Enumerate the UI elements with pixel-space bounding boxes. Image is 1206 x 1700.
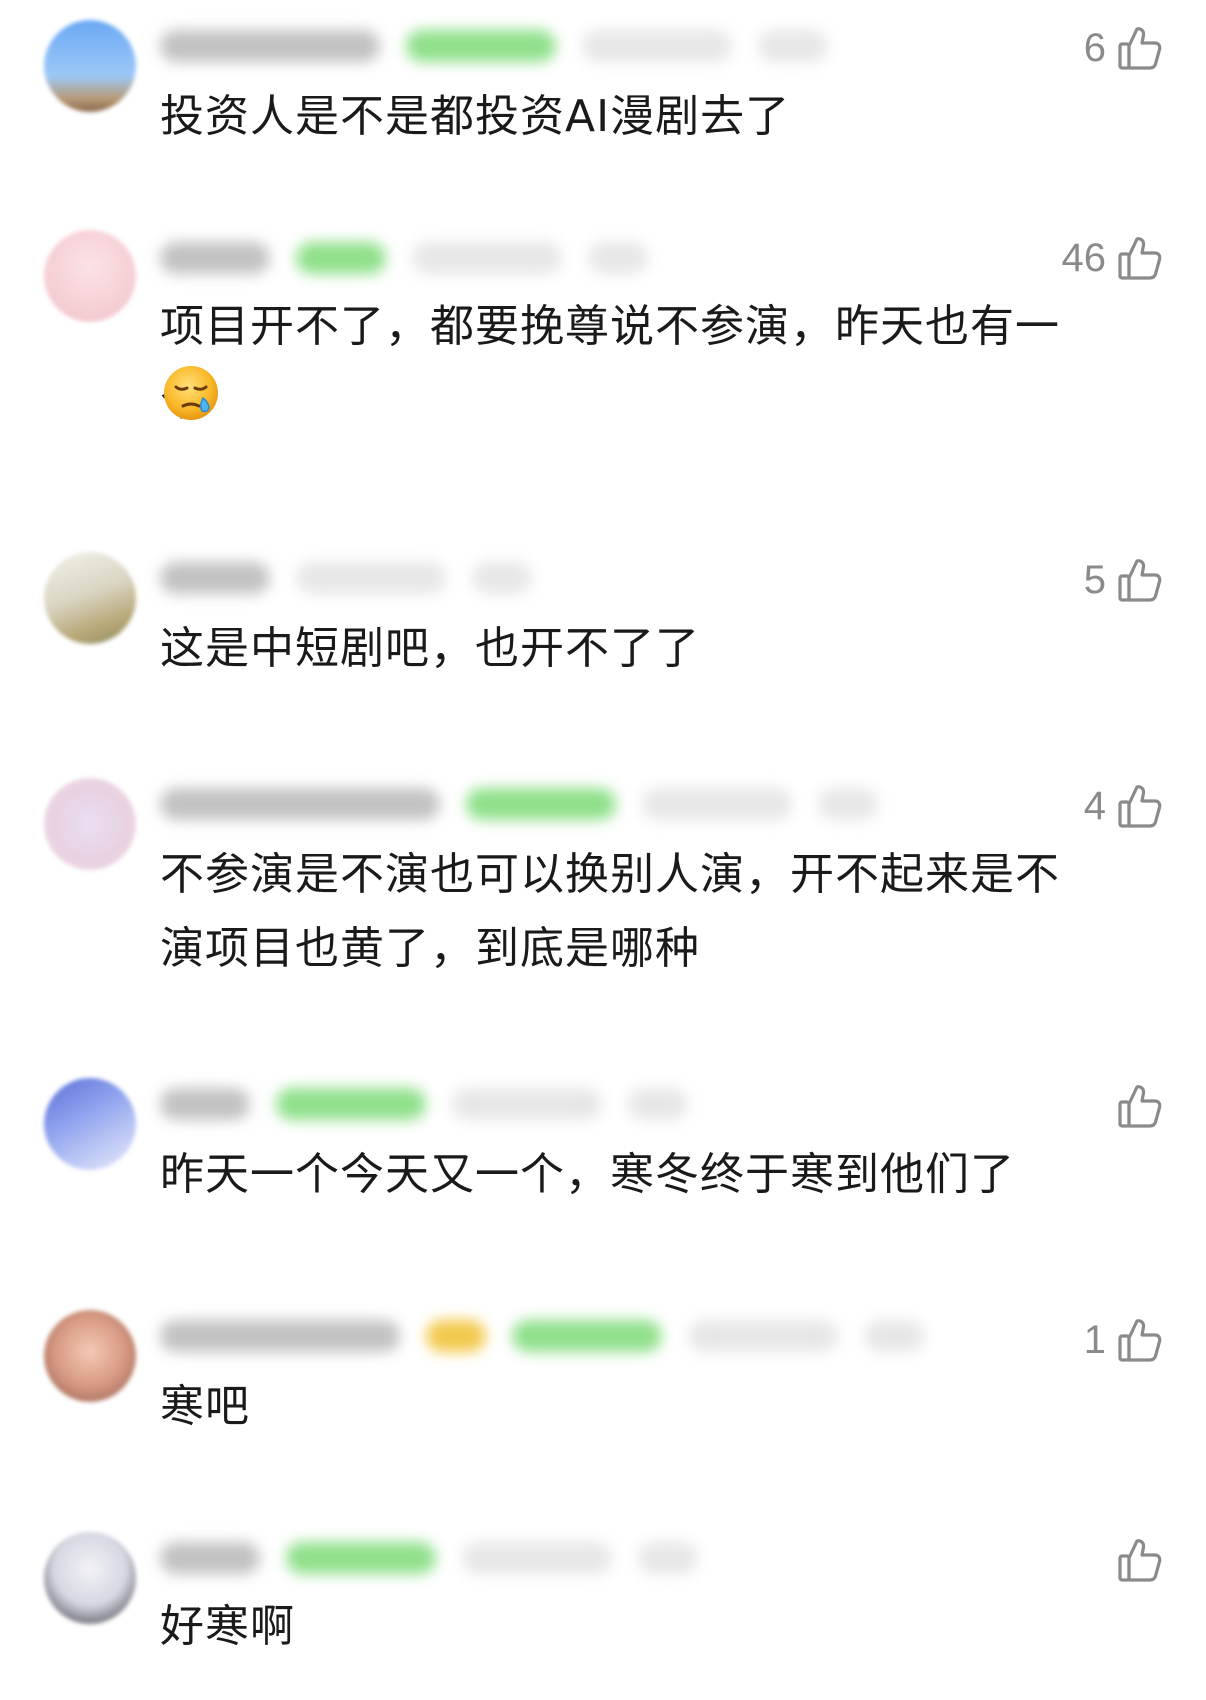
user-badge (406, 30, 556, 62)
comment-location (758, 30, 828, 62)
username[interactable] (160, 1542, 260, 1574)
comment-meta (160, 556, 532, 600)
comment-meta (160, 236, 648, 280)
comment-location (638, 1542, 698, 1574)
avatar[interactable] (44, 20, 136, 112)
comment-text: 好寒啊 (160, 1601, 295, 1652)
comment-meta (160, 782, 878, 826)
avatar[interactable] (44, 230, 136, 322)
username[interactable] (160, 788, 440, 820)
comment-location (588, 242, 648, 274)
comment-meta (160, 1314, 924, 1358)
comment-text: 昨天一个今天又一个，寒冬终于寒到他们了 (160, 1149, 1015, 1200)
like-count: 1 (1083, 1317, 1106, 1362)
thumbs-up-icon (1118, 235, 1162, 281)
comment-meta (160, 1082, 688, 1126)
comment-item: 投资人是不是都投资AI漫剧去了 6 (0, 0, 1206, 200)
comment-item: 好寒啊 (0, 1510, 1206, 1700)
comment-location (472, 562, 532, 594)
like-button[interactable]: 4 (1084, 776, 1162, 836)
like-button[interactable]: 5 (1084, 550, 1162, 610)
like-button[interactable] (1106, 1076, 1162, 1136)
comment-time (462, 1542, 612, 1574)
comment-time (642, 788, 792, 820)
comment-time (582, 30, 732, 62)
avatar[interactable] (44, 778, 136, 870)
thumbs-up-icon (1118, 783, 1162, 829)
comment-meta (160, 24, 828, 68)
username[interactable] (160, 30, 380, 62)
user-badge (286, 1542, 436, 1574)
comment-text: 投资人是不是都投资AI漫剧去了 (160, 91, 791, 142)
sleepy-face-emoji (162, 364, 220, 422)
thumbs-up-icon (1118, 1083, 1162, 1129)
user-badge (512, 1320, 662, 1352)
username[interactable] (160, 1320, 400, 1352)
comment-time (296, 562, 446, 594)
like-button[interactable]: 46 (1062, 228, 1163, 288)
comment-item: 项目开不了，都要挽尊说不参演，昨天也有一个 46 (0, 200, 1206, 470)
comment-text: 项目开不了，都要挽尊说不参演，昨天也有一个 (160, 301, 1060, 426)
like-count: 5 (1083, 557, 1106, 602)
comment-item: 昨天一个今天又一个，寒冬终于寒到他们了 (0, 1060, 1206, 1280)
username[interactable] (160, 242, 270, 274)
username[interactable] (160, 1088, 250, 1120)
comment-time (452, 1088, 602, 1120)
thumbs-up-icon (1118, 557, 1162, 603)
avatar[interactable] (44, 1078, 136, 1170)
user-badge (276, 1088, 426, 1120)
comment-time (688, 1320, 838, 1352)
thumbs-up-icon (1118, 25, 1162, 71)
like-button[interactable]: 6 (1084, 18, 1162, 78)
comment-text: 寒吧 (160, 1381, 250, 1432)
thumbs-up-icon (1118, 1317, 1162, 1363)
like-button[interactable]: 1 (1084, 1310, 1162, 1370)
comment-item: 这是中短剧吧，也开不了了 5 (0, 530, 1206, 740)
comment-text: 不参演是不演也可以换别人演，开不起来是不演项目也黄了，到底是哪种 (160, 849, 1060, 974)
comment-location (628, 1088, 688, 1120)
comment-time (412, 242, 562, 274)
like-count: 4 (1083, 783, 1106, 828)
avatar[interactable] (44, 1310, 136, 1402)
comment-item: 不参演是不演也可以换别人演，开不起来是不演项目也黄了，到底是哪种 4 (0, 760, 1206, 1030)
username[interactable] (160, 562, 270, 594)
like-count: 6 (1083, 25, 1106, 70)
comment-meta (160, 1536, 698, 1580)
like-count: 46 (1061, 235, 1107, 280)
user-badge (466, 788, 616, 820)
comment-location (818, 788, 878, 820)
avatar[interactable] (44, 552, 136, 644)
comment-item: 寒吧 1 (0, 1290, 1206, 1500)
comment-list: 投资人是不是都投资AI漫剧去了 6 项目开不了，都要挽尊说不参演，昨天也有一个 (0, 0, 1206, 1700)
comment-text: 这是中短剧吧，也开不了了 (160, 623, 700, 674)
user-badge-emoji (426, 1320, 486, 1352)
comment-location (864, 1320, 924, 1352)
like-button[interactable] (1106, 1530, 1162, 1590)
thumbs-up-icon (1118, 1537, 1162, 1583)
avatar[interactable] (44, 1532, 136, 1624)
user-badge (296, 242, 386, 274)
